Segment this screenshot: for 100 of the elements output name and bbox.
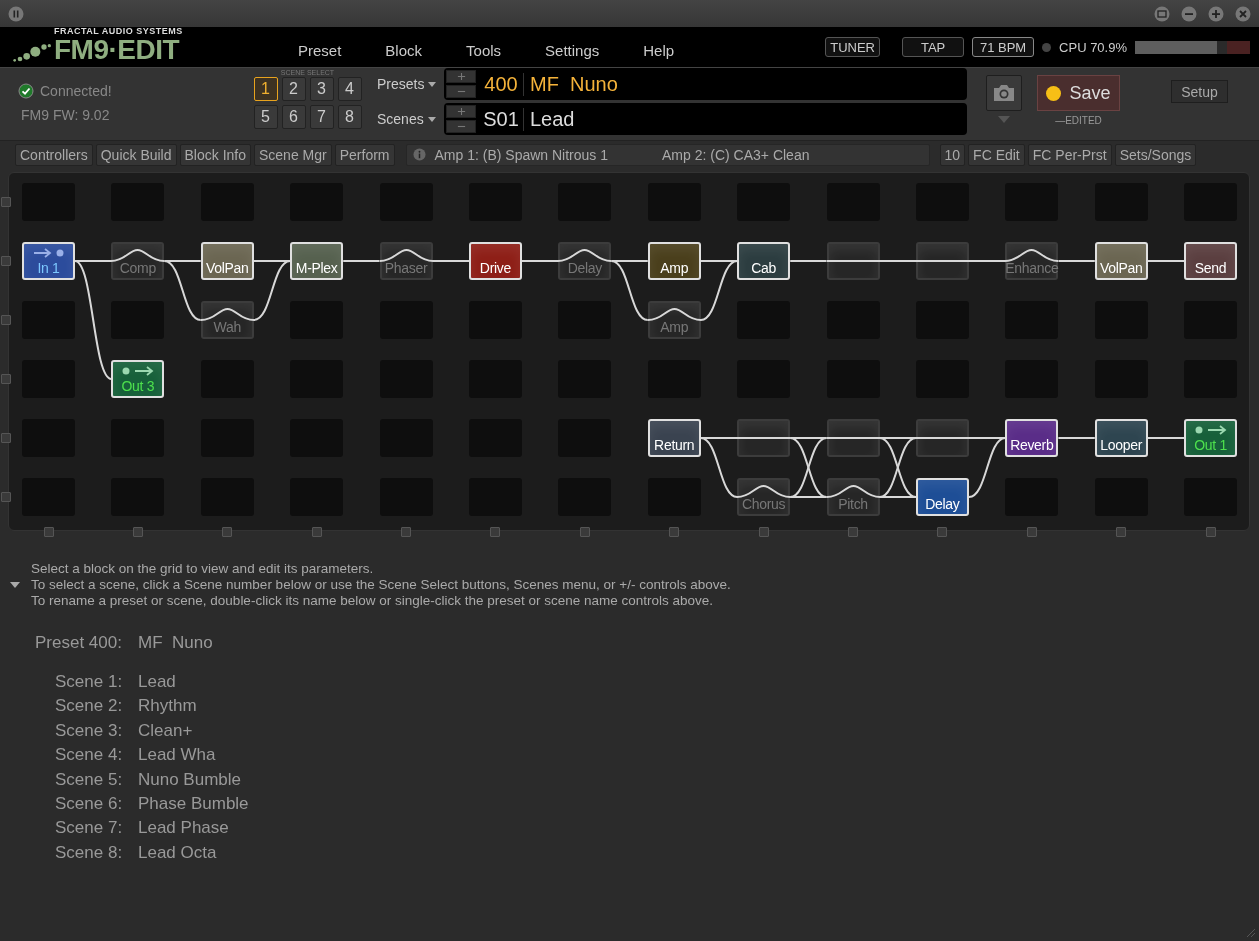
column-handle[interactable] — [132, 527, 143, 537]
toolbar-button[interactable]: Scene Mgr — [254, 143, 332, 166]
scene-name[interactable]: Lead — [524, 107, 575, 131]
effect-block[interactable]: Drive — [468, 242, 522, 280]
scene-button[interactable]: 6 — [281, 105, 306, 129]
menu-item[interactable]: Settings — [545, 41, 600, 59]
presets-dropdown[interactable]: Presets — [374, 76, 444, 92]
close-icon[interactable] — [1235, 5, 1251, 22]
column-handle[interactable] — [1116, 527, 1127, 537]
output-block[interactable]: Out 1 — [1184, 419, 1238, 457]
scene-button[interactable]: 7 — [309, 105, 334, 129]
effect-block[interactable]: Send — [1184, 242, 1238, 280]
column-handle[interactable] — [848, 527, 858, 537]
row-handle[interactable] — [1, 197, 11, 207]
toolbar-button[interactable]: 10 — [939, 143, 966, 166]
tap-button[interactable]: TAP — [902, 37, 965, 57]
row-handle[interactable] — [1, 256, 11, 266]
effect-block[interactable]: M-Plex — [290, 242, 344, 280]
column-handle[interactable] — [758, 527, 769, 537]
shunt-block[interactable] — [737, 419, 791, 457]
shunt-block[interactable] — [915, 419, 969, 457]
setup-button[interactable]: Setup — [1171, 80, 1228, 103]
tuner-button[interactable]: TUNER — [825, 37, 881, 57]
input-block[interactable]: In 1 — [22, 242, 75, 280]
shunt-block[interactable] — [826, 419, 880, 457]
effect-block[interactable]: Looper — [1094, 419, 1148, 457]
effect-block[interactable]: Comp — [111, 242, 165, 280]
effect-block[interactable]: Return — [647, 419, 701, 457]
scene-name[interactable]: Lead Octa — [138, 842, 217, 863]
effect-block[interactable]: Phaser — [379, 242, 433, 280]
caret-icon — [428, 81, 437, 87]
menu-item[interactable]: Tools — [466, 41, 502, 59]
increment-button[interactable] — [446, 70, 476, 83]
column-handle[interactable] — [490, 527, 501, 537]
scene-button[interactable]: 3 — [309, 77, 334, 101]
column-handle[interactable] — [43, 527, 54, 537]
effect-block[interactable]: Delay — [915, 478, 969, 516]
scene-button[interactable]: 4 — [337, 77, 362, 101]
save-button[interactable]: Save — [1037, 75, 1120, 111]
effect-block[interactable]: Amp — [647, 242, 701, 280]
scene-name[interactable]: Lead Phase — [138, 818, 229, 839]
toolbar-button[interactable]: Controllers — [15, 143, 93, 166]
help-text: Select a block on the grid to view and edit its parameters. — [31, 561, 375, 577]
maximize-icon[interactable] — [1208, 5, 1224, 22]
scene-name[interactable]: Nuno Bumble — [138, 769, 241, 790]
scenes-dropdown[interactable]: Scenes — [374, 111, 444, 127]
row-handle[interactable] — [1, 374, 11, 384]
column-handle[interactable] — [579, 527, 590, 537]
shunt-block[interactable] — [915, 242, 969, 280]
menu-item[interactable]: Block — [385, 41, 423, 59]
menu-item[interactable]: Help — [643, 41, 675, 59]
row-handle[interactable] — [1, 492, 11, 502]
effect-block[interactable]: VolPan — [1094, 242, 1148, 280]
toolbar-button[interactable]: Sets/Songs — [1114, 143, 1197, 166]
toolbar-button[interactable]: FC Edit — [968, 143, 1025, 166]
toolbar-button[interactable]: Perform — [334, 143, 395, 166]
effect-block[interactable]: Enhance — [1005, 242, 1059, 280]
column-handle[interactable] — [669, 527, 680, 537]
minimize-icon[interactable] — [1181, 5, 1197, 22]
snapshot-button[interactable] — [986, 75, 1022, 111]
effect-block[interactable]: Chorus — [737, 478, 791, 516]
preset-number: 400 — [479, 72, 524, 96]
column-handle[interactable] — [311, 527, 322, 537]
column-handle[interactable] — [1026, 527, 1037, 537]
scene-name[interactable]: Rhythm — [138, 696, 197, 717]
effect-block[interactable]: Wah — [200, 301, 254, 339]
preset-name[interactable]: MF Nuno — [524, 72, 618, 96]
scene-name[interactable]: Lead — [138, 672, 176, 692]
menu-item[interactable]: Preset — [298, 41, 342, 59]
caret-icon[interactable] — [998, 116, 1010, 123]
toolbar-button[interactable]: Block Info — [179, 143, 251, 166]
effect-block[interactable]: Delay — [558, 242, 612, 280]
pause-icon[interactable] — [8, 5, 24, 22]
column-handle[interactable] — [1205, 527, 1216, 537]
column-handle[interactable] — [222, 527, 233, 537]
output-block[interactable]: Out 3 — [111, 360, 165, 398]
scene-name[interactable]: Phase Bumble — [138, 793, 249, 814]
scene-name[interactable]: Clean+ — [138, 720, 193, 741]
effect-block[interactable]: Cab — [737, 242, 791, 280]
toolbar-button[interactable]: FC Per-Prst — [1027, 143, 1112, 166]
collapse-caret-icon[interactable] — [10, 582, 20, 588]
effect-block[interactable]: Reverb — [1005, 419, 1059, 457]
scene-button[interactable]: 1 — [253, 77, 278, 101]
increment-button[interactable] — [446, 105, 476, 118]
toolbar-button[interactable]: Quick Build — [95, 143, 177, 166]
scene-name[interactable]: Lead Wha — [138, 745, 216, 766]
shunt-block[interactable] — [826, 242, 880, 280]
effect-block[interactable]: Pitch — [826, 478, 880, 516]
column-handle[interactable] — [401, 527, 412, 537]
scene-button[interactable]: 2 — [281, 77, 306, 101]
column-handle[interactable] — [937, 527, 948, 537]
resize-grip-icon[interactable] — [1246, 928, 1256, 938]
scene-button[interactable]: 8 — [337, 105, 362, 129]
preset-name[interactable]: MF Nuno — [138, 633, 213, 653]
effect-block[interactable]: VolPan — [200, 242, 254, 280]
row-handle[interactable] — [1, 315, 11, 325]
row-handle[interactable] — [1, 433, 11, 443]
actual-size-icon[interactable] — [1154, 5, 1170, 22]
effect-block[interactable]: Amp — [647, 301, 701, 339]
scene-button[interactable]: 5 — [253, 105, 278, 129]
